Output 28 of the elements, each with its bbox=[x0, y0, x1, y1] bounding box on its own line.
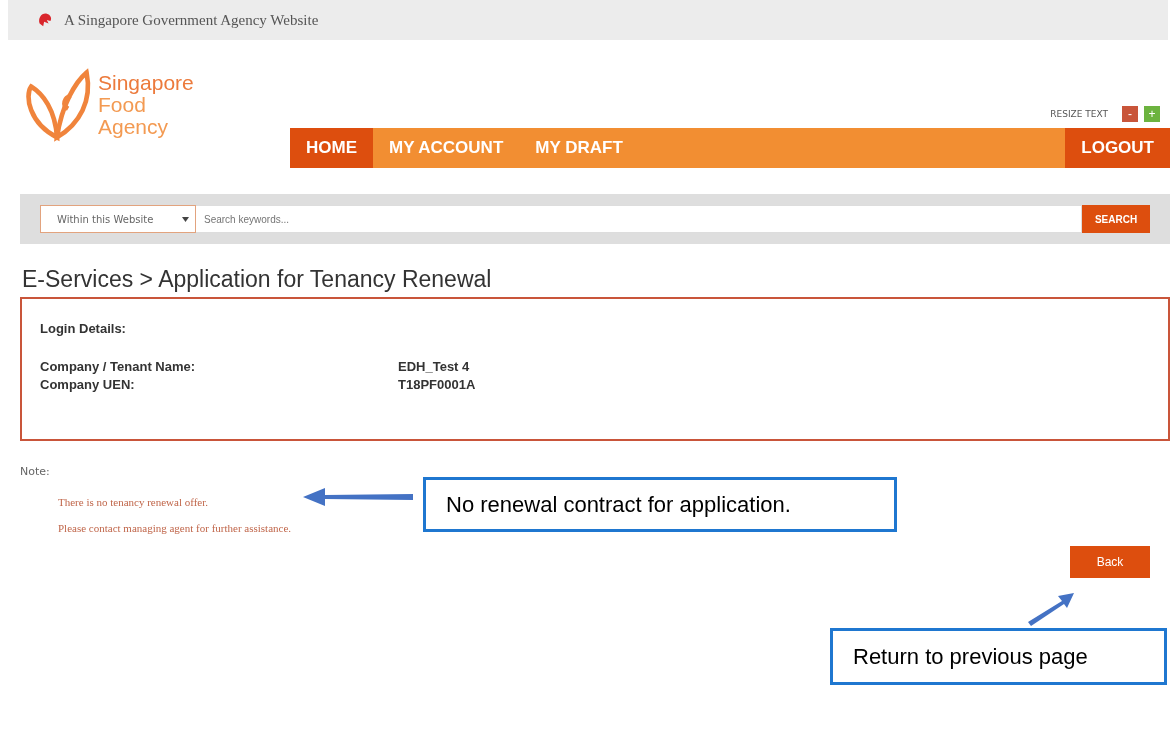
annotation-callout: Return to previous page bbox=[830, 628, 1167, 685]
note-label: Note: bbox=[20, 465, 51, 478]
nav-tab[interactable]: MY DRAFT bbox=[519, 128, 639, 168]
search-field[interactable]: Search keywords... bbox=[196, 205, 1082, 233]
annotation-arrow bbox=[1026, 592, 1076, 626]
search-button[interactable]: SEARCH bbox=[1082, 205, 1150, 233]
logout-button[interactable]: LOGOUT bbox=[1065, 128, 1170, 168]
field-label: Company UEN: bbox=[40, 376, 136, 394]
resize-text-label: RESIZE TEXT bbox=[1050, 109, 1108, 119]
page-heading: E-Services > Application for Tenancy Renewal bbox=[22, 266, 493, 293]
annotation-callout: No renewal contract for application. bbox=[423, 477, 897, 532]
note-text: Please contact managing agent for further assistance. bbox=[58, 522, 292, 534]
nav-tab[interactable]: HOME bbox=[290, 128, 373, 168]
decrease-text-button[interactable]: - bbox=[1122, 106, 1138, 122]
logo-text: Singapore bbox=[98, 72, 194, 94]
search-scope-dropdown[interactable]: Within this Website bbox=[40, 205, 196, 233]
logo-text: Food bbox=[98, 94, 146, 116]
back-button[interactable]: Back bbox=[1070, 546, 1150, 578]
increase-text-button[interactable]: + bbox=[1144, 106, 1160, 122]
caret-icon bbox=[182, 216, 189, 222]
field-value: T18PF0001A bbox=[398, 376, 476, 394]
gov-banner-text: A Singapore Government Agency Website bbox=[64, 11, 319, 29]
field-value: EDH_Test 4 bbox=[398, 358, 470, 376]
note-text: There is no tenancy renewal offer. bbox=[58, 496, 209, 508]
field-label: Company / Tenant Name: bbox=[40, 358, 197, 376]
login-details-title: Login Details: bbox=[40, 321, 127, 336]
logo-text: Agency bbox=[98, 116, 170, 138]
nav-tab[interactable]: MY ACCOUNT bbox=[373, 128, 520, 168]
